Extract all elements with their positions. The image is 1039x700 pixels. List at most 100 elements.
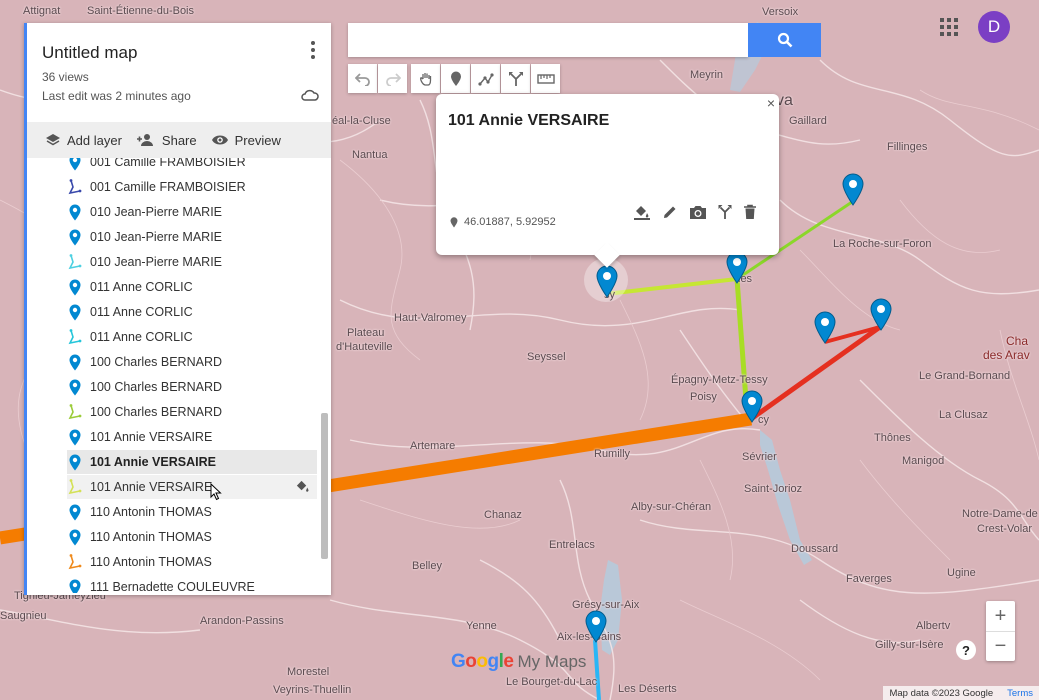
eye-icon: [211, 135, 228, 145]
list-item[interactable]: 111 Bernadette COULEUVRE: [67, 575, 317, 593]
search-input[interactable]: [348, 23, 748, 57]
preview-button[interactable]: Preview: [211, 133, 281, 148]
list-item[interactable]: 010 Jean-Pierre MARIE: [67, 250, 317, 274]
list-item[interactable]: 101 Annie VERSAIRE: [67, 475, 317, 499]
list-item[interactable]: 100 Charles BERNARD: [67, 350, 317, 374]
list-item[interactable]: 011 Anne CORLIC: [67, 275, 317, 299]
edit-button[interactable]: [662, 204, 678, 220]
list-item[interactable]: 011 Anne CORLIC: [67, 325, 317, 349]
apps-grid-icon[interactable]: [940, 18, 958, 36]
place-label: Meyrin: [690, 69, 724, 81]
directions-button[interactable]: [718, 204, 732, 220]
list-item[interactable]: 001 Camille FRAMBOISIER: [67, 158, 317, 174]
map-pin[interactable]: [595, 264, 619, 298]
pan-tool-button[interactable]: [411, 64, 440, 93]
place-label: Seyssel: [527, 351, 566, 363]
redo-icon: [385, 72, 401, 86]
list-item[interactable]: 110 Antonin THOMAS: [67, 500, 317, 524]
scrollbar[interactable]: [321, 413, 328, 559]
help-button[interactable]: ?: [956, 640, 976, 660]
marker-icon: [67, 578, 83, 593]
map-pin[interactable]: [725, 250, 749, 284]
list-item[interactable]: 101 Annie VERSAIRE: [67, 425, 317, 449]
place-label: Albertv: [916, 620, 951, 632]
place-label: Versoix: [762, 6, 799, 18]
list-item[interactable]: 110 Antonin THOMAS: [67, 525, 317, 549]
hand-icon: [419, 72, 431, 86]
list-item[interactable]: 110 Antonin THOMAS: [67, 550, 317, 574]
redo-button[interactable]: [378, 64, 407, 93]
map-pin[interactable]: [841, 172, 865, 206]
list-item[interactable]: 101 Annie VERSAIRE: [67, 450, 317, 474]
add-layer-button[interactable]: Add layer: [45, 133, 122, 148]
search-button[interactable]: [748, 23, 821, 57]
list-item-label: 110 Antonin THOMAS: [90, 555, 212, 569]
line-icon: [68, 329, 82, 345]
map-pin[interactable]: [869, 297, 893, 331]
directions-icon: [718, 205, 732, 219]
popup-tools: [633, 204, 757, 220]
place-label: Artemare: [410, 440, 456, 452]
place-label: Épagny-Metz-Tessy: [671, 374, 768, 386]
list-item[interactable]: 011 Anne CORLIC: [67, 300, 317, 324]
delete-button[interactable]: [743, 204, 757, 220]
place-label: Rumilly: [594, 448, 631, 460]
place-label: Le Grand-Bornand: [919, 370, 1011, 382]
popup-title: 101 Annie VERSAIRE: [448, 112, 610, 129]
line-icon: [67, 178, 83, 196]
list-item[interactable]: 010 Jean-Pierre MARIE: [67, 200, 317, 224]
list-item-label: 100 Charles BERNARD: [90, 355, 222, 369]
marker-icon: [69, 279, 81, 295]
marker-icon: [450, 71, 461, 86]
zoom-out-button[interactable]: −: [986, 631, 1015, 661]
place-label: Crest-Volar: [977, 523, 1033, 535]
list-item-label: 010 Jean-Pierre MARIE: [90, 230, 223, 244]
map-pin[interactable]: [584, 609, 608, 643]
line-icon: [67, 253, 83, 271]
map-pin[interactable]: [813, 310, 837, 344]
place-label: Gilly-sur-Isère: [875, 639, 944, 651]
add-photo-button[interactable]: [689, 204, 707, 220]
draw-line-button[interactable]: [471, 64, 500, 93]
list-item[interactable]: 100 Charles BERNARD: [67, 400, 317, 424]
marker-icon: [67, 503, 83, 521]
pencil-icon: [664, 206, 676, 218]
views-count: 36 views: [42, 70, 89, 84]
list-item-label: 110 Antonin THOMAS: [90, 505, 212, 519]
style-button[interactable]: [294, 479, 311, 497]
line-icon: [67, 553, 83, 571]
zoom-in-button[interactable]: +: [986, 601, 1015, 631]
marker-icon: [69, 579, 81, 593]
marker-icon: [67, 203, 83, 221]
logo-letter: g: [487, 651, 500, 672]
list-item[interactable]: 010 Jean-Pierre MARIE: [67, 225, 317, 249]
place-label: La Clusaz: [939, 409, 988, 421]
line-icon: [67, 478, 83, 496]
share-button[interactable]: Share: [136, 133, 197, 148]
place-label: Saugnieu: [0, 610, 47, 622]
paint-bucket-icon: [634, 206, 650, 220]
place-label: Plateau: [347, 327, 385, 339]
line-icon: [68, 254, 82, 270]
style-button[interactable]: [633, 204, 651, 220]
terms-link[interactable]: Terms: [1007, 688, 1033, 699]
list-item[interactable]: 001 Camille FRAMBOISIER: [67, 175, 317, 199]
add-marker-button[interactable]: [441, 64, 470, 93]
map-pin[interactable]: [740, 389, 764, 423]
undo-button[interactable]: [348, 64, 377, 93]
list-item[interactable]: 100 Charles BERNARD: [67, 375, 317, 399]
place-label: Notre-Dame-de: [962, 508, 1038, 520]
list-item-label: 010 Jean-Pierre MARIE: [90, 255, 223, 269]
list-item-label: 011 Anne CORLIC: [90, 305, 193, 319]
avatar[interactable]: D: [978, 11, 1010, 43]
map-panel: Untitled map 36 views Last edit was 2 mi…: [24, 23, 331, 595]
close-icon[interactable]: ×: [767, 95, 775, 111]
place-label: Thônes: [874, 432, 911, 444]
measure-button[interactable]: [531, 64, 560, 93]
list-item-label: 101 Annie VERSAIRE: [90, 455, 216, 469]
directions-button[interactable]: [501, 64, 530, 93]
more-options-icon[interactable]: [309, 41, 317, 59]
map-title[interactable]: Untitled map: [42, 43, 137, 63]
place-label: Ugine: [947, 567, 976, 579]
place-label: Les Déserts: [618, 683, 677, 695]
